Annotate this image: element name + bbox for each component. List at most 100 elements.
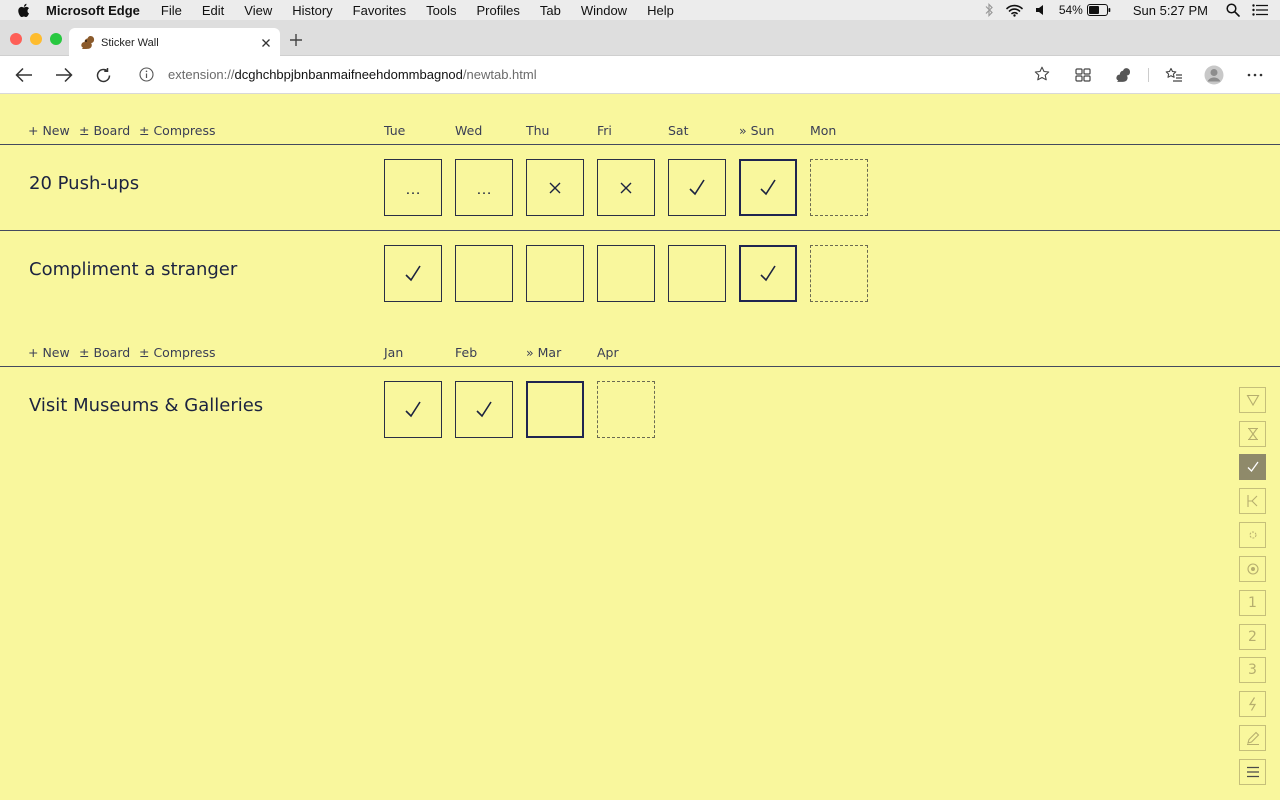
check-icon — [476, 401, 492, 417]
new-habit-button[interactable]: + New — [28, 123, 70, 138]
habit-name[interactable]: 20 Push-ups — [29, 173, 139, 194]
new-tab-button[interactable] — [286, 30, 306, 50]
apple-icon[interactable] — [17, 3, 31, 17]
menubar-status-area: 54% Sun 5:27 PM — [984, 0, 1280, 20]
branch-icon — [1246, 495, 1257, 507]
month-cell-future[interactable] — [597, 381, 655, 438]
target-tool[interactable] — [1239, 556, 1266, 582]
squirrel-extension-icon[interactable] — [1113, 65, 1133, 85]
menu-file[interactable]: File — [161, 3, 182, 18]
day-cell-today-done[interactable] — [739, 159, 797, 216]
number-two-tool[interactable]: 2 — [1239, 624, 1266, 650]
menu-history[interactable]: History — [292, 3, 332, 18]
day-cell-done[interactable] — [384, 245, 442, 302]
menubar-clock[interactable]: Sun 5:27 PM — [1133, 3, 1208, 18]
squirrel-icon — [79, 35, 95, 51]
menu-help[interactable]: Help — [647, 3, 674, 18]
zoom-window-button[interactable] — [50, 33, 62, 45]
day-cell-missed[interactable] — [526, 159, 584, 216]
macos-menubar: Microsoft Edge File Edit View History Fa… — [0, 0, 1280, 20]
bluetooth-icon[interactable] — [984, 3, 994, 17]
board-toggle-button[interactable]: ± Board — [79, 345, 130, 360]
menu-favorites[interactable]: Favorites — [353, 3, 406, 18]
close-tab-icon[interactable] — [258, 35, 274, 51]
number-one-tool[interactable]: 1 — [1239, 590, 1266, 616]
favorites-list-icon[interactable] — [1164, 65, 1184, 85]
month-header: Apr — [597, 345, 619, 360]
new-habit-button[interactable]: + New — [28, 345, 70, 360]
day-cell-empty[interactable] — [455, 245, 513, 302]
menu-app-name[interactable]: Microsoft Edge — [46, 3, 140, 18]
profile-avatar[interactable] — [1204, 65, 1224, 85]
address-bar[interactable]: extension://dcghchbpjbnbanmaifneehdommba… — [128, 61, 1058, 88]
dot-circle-icon — [1249, 531, 1256, 539]
minimize-window-button[interactable] — [30, 33, 42, 45]
check-tool[interactable] — [1239, 454, 1266, 480]
menu-profiles[interactable]: Profiles — [477, 3, 520, 18]
filter-triangle-tool[interactable] — [1239, 387, 1266, 413]
close-window-button[interactable] — [10, 33, 22, 45]
month-header: Jan — [384, 345, 404, 360]
hourglass-tool[interactable] — [1239, 421, 1266, 447]
number-three-tool[interactable]: 3 — [1239, 657, 1266, 683]
lightning-tool[interactable] — [1239, 691, 1266, 717]
battery-icon[interactable] — [1086, 4, 1111, 16]
menu-tool[interactable] — [1239, 759, 1266, 785]
favorite-star-icon[interactable] — [1034, 66, 1050, 82]
menu-tools[interactable]: Tools — [426, 3, 456, 18]
url-host: dcghchbpjbnbanmaifneehdommbagnod — [234, 67, 463, 82]
browser-tab[interactable]: Sticker Wall — [69, 28, 280, 57]
month-cell-done[interactable] — [384, 381, 442, 438]
notification-center-icon[interactable] — [1252, 4, 1268, 16]
url-path: /newtab.html — [462, 67, 537, 82]
ellipsis-mark: … — [405, 180, 421, 198]
habit-name[interactable]: Visit Museums & Galleries — [29, 395, 263, 416]
menu-edit[interactable]: Edit — [202, 3, 224, 18]
target-icon — [1246, 563, 1259, 575]
day-cell-empty[interactable] — [597, 245, 655, 302]
month-cell-done[interactable] — [455, 381, 513, 438]
forward-button[interactable] — [54, 65, 74, 85]
url-scheme: extension:// — [168, 67, 235, 82]
month-header: Feb — [455, 345, 478, 360]
dot-circle-tool[interactable] — [1239, 522, 1266, 548]
day-header-today: » Sun — [739, 123, 775, 138]
pencil-icon — [1246, 731, 1259, 745]
day-cell-done[interactable] — [668, 159, 726, 216]
spotlight-icon[interactable] — [1226, 3, 1240, 17]
browser-toolbar: extension://dcghchbpjbnbanmaifneehdommba… — [0, 56, 1280, 94]
menu-tab[interactable]: Tab — [540, 3, 561, 18]
back-button[interactable] — [14, 65, 34, 85]
day-cell-future[interactable] — [810, 159, 868, 216]
divider — [0, 144, 1280, 145]
check-icon — [689, 179, 705, 195]
day-cell-missed[interactable] — [597, 159, 655, 216]
month-cell-current[interactable] — [526, 381, 584, 438]
divider — [0, 366, 1280, 367]
compress-toggle-button[interactable]: ± Compress — [139, 123, 216, 138]
sticker-wall-page: + New ± Board ± Compress Tue Wed Thu Fri… — [0, 94, 1280, 800]
day-cell-today-done[interactable] — [739, 245, 797, 302]
menu-icon — [1246, 766, 1259, 778]
day-cell-empty[interactable] — [668, 245, 726, 302]
refresh-button[interactable] — [93, 65, 113, 85]
wifi-icon[interactable] — [1006, 4, 1023, 17]
board-toggle-button[interactable]: ± Board — [79, 123, 130, 138]
menu-view[interactable]: View — [244, 3, 272, 18]
volume-icon[interactable] — [1035, 4, 1047, 16]
menu-window[interactable]: Window — [581, 3, 627, 18]
collections-icon[interactable] — [1073, 65, 1093, 85]
day-cell-pending[interactable]: … — [384, 159, 442, 216]
address-url: extension://dcghchbpjbnbanmaifneehdommba… — [168, 67, 537, 82]
habit-name[interactable]: Compliment a stranger — [29, 259, 237, 280]
more-options-icon[interactable] — [1245, 65, 1265, 85]
day-cell-future[interactable] — [810, 245, 868, 302]
battery-percent: 54% — [1058, 3, 1083, 17]
pencil-tool[interactable] — [1239, 725, 1266, 751]
branch-tool[interactable] — [1239, 488, 1266, 514]
day-cell-pending[interactable]: … — [455, 159, 513, 216]
info-icon[interactable] — [138, 67, 154, 83]
day-header: Wed — [455, 123, 483, 138]
day-cell-empty[interactable] — [526, 245, 584, 302]
compress-toggle-button[interactable]: ± Compress — [139, 345, 216, 360]
